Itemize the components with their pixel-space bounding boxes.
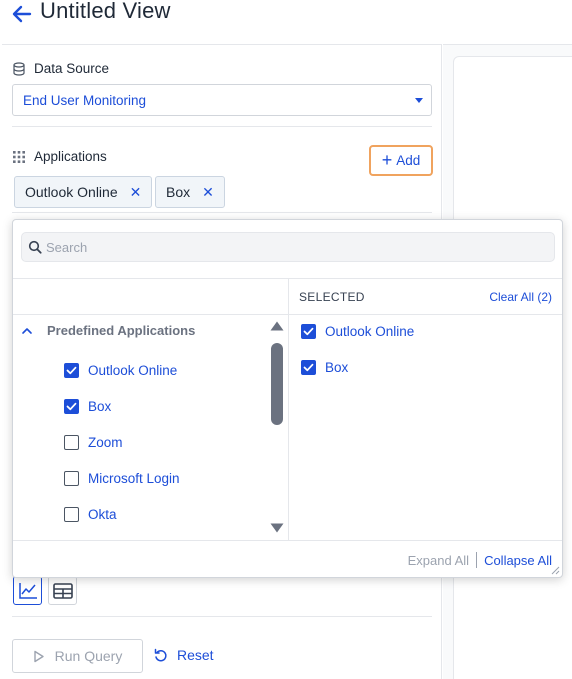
plus-icon: + (381, 149, 393, 170)
option-outlook-online[interactable]: Outlook Online (64, 363, 177, 378)
run-query-button[interactable]: Run Query (12, 639, 143, 673)
expand-all-link[interactable]: Expand All (408, 553, 469, 568)
page: Untitled View Data Source End User Monit… (0, 0, 572, 679)
data-source-label: Data Source (34, 61, 110, 76)
option-label: Okta (88, 507, 117, 522)
remove-chip-icon[interactable]: ✕ (202, 184, 214, 201)
group-label: Predefined Applications (47, 323, 196, 338)
selected-header: SELECTED (299, 290, 365, 304)
selected-item[interactable]: Outlook Online (301, 324, 414, 339)
checkbox-checked-icon[interactable] (64, 363, 79, 378)
scrollbar-thumb[interactable] (271, 343, 283, 425)
divider (12, 126, 432, 127)
option-box[interactable]: Box (64, 399, 111, 414)
checkbox-unchecked-icon[interactable] (64, 435, 79, 450)
option-zoom[interactable]: Zoom (64, 435, 123, 450)
reset-icon (154, 648, 167, 661)
option-label: Microsoft Login (88, 471, 180, 486)
data-source-value: End User Monitoring (23, 92, 147, 108)
run-query-label: Run Query (54, 648, 123, 664)
selected-item-label: Outlook Online (325, 324, 415, 339)
clear-all-link[interactable]: Clear All (2) (489, 290, 552, 304)
checkbox-checked-icon[interactable] (301, 360, 316, 375)
search-icon (28, 240, 42, 254)
selected-item-label: Box (325, 360, 349, 375)
checkbox-checked-icon[interactable] (64, 399, 79, 414)
chip-label: Box (166, 184, 191, 200)
line-chart-view-button[interactable] (13, 576, 42, 605)
dropdown-footer: Expand All Collapse All (408, 552, 552, 568)
option-microsoft-login[interactable]: Microsoft Login (64, 471, 180, 486)
scroll-down-arrow-icon[interactable] (270, 523, 284, 533)
resize-grip-icon[interactable] (551, 566, 560, 575)
checkbox-unchecked-icon[interactable] (64, 471, 79, 486)
application-chip: Box ✕ (155, 176, 225, 208)
option-okta[interactable]: Okta (64, 507, 117, 522)
predefined-applications-group[interactable]: Predefined Applications (21, 323, 195, 338)
add-application-button[interactable]: + Add (369, 145, 433, 176)
page-title: Untitled View (40, 0, 171, 23)
data-source-select[interactable]: End User Monitoring (12, 84, 432, 116)
divider (12, 616, 432, 617)
grid-icon (13, 150, 25, 163)
reset-button[interactable]: Reset (153, 647, 214, 663)
checkbox-unchecked-icon[interactable] (64, 507, 79, 522)
header: Untitled View (0, 0, 572, 44)
divider (13, 540, 562, 541)
play-icon (33, 650, 44, 662)
chevron-up-icon (22, 327, 32, 334)
applications-label-row: Applications (12, 149, 107, 164)
application-picker-dropdown: SELECTED Clear All (2) Predefined Applic… (12, 219, 563, 578)
scroll-up-arrow-icon[interactable] (270, 321, 284, 331)
caret-down-icon (415, 98, 423, 103)
checkbox-checked-icon[interactable] (301, 324, 316, 339)
column-divider (288, 278, 289, 540)
data-source-label-row: Data Source (12, 61, 109, 76)
database-icon (13, 61, 25, 76)
search-box (21, 232, 555, 262)
search-input[interactable] (46, 239, 546, 255)
line-chart-icon (18, 582, 37, 599)
remove-chip-icon[interactable]: ✕ (130, 184, 142, 201)
back-arrow-icon[interactable] (10, 2, 34, 26)
chip-label: Outlook Online (25, 184, 118, 200)
table-view-button[interactable] (48, 576, 77, 605)
option-label: Zoom (88, 435, 123, 450)
selected-item[interactable]: Box (301, 360, 348, 375)
option-label: Box (88, 399, 112, 414)
add-label: Add (396, 153, 421, 168)
reset-label: Reset (177, 647, 214, 663)
application-chip: Outlook Online ✕ (14, 176, 153, 208)
divider (12, 212, 432, 213)
collapse-all-link[interactable]: Collapse All (484, 553, 552, 568)
option-label: Outlook Online (88, 363, 178, 378)
applications-label: Applications (34, 149, 107, 164)
separator (476, 552, 478, 568)
table-icon (52, 582, 73, 599)
